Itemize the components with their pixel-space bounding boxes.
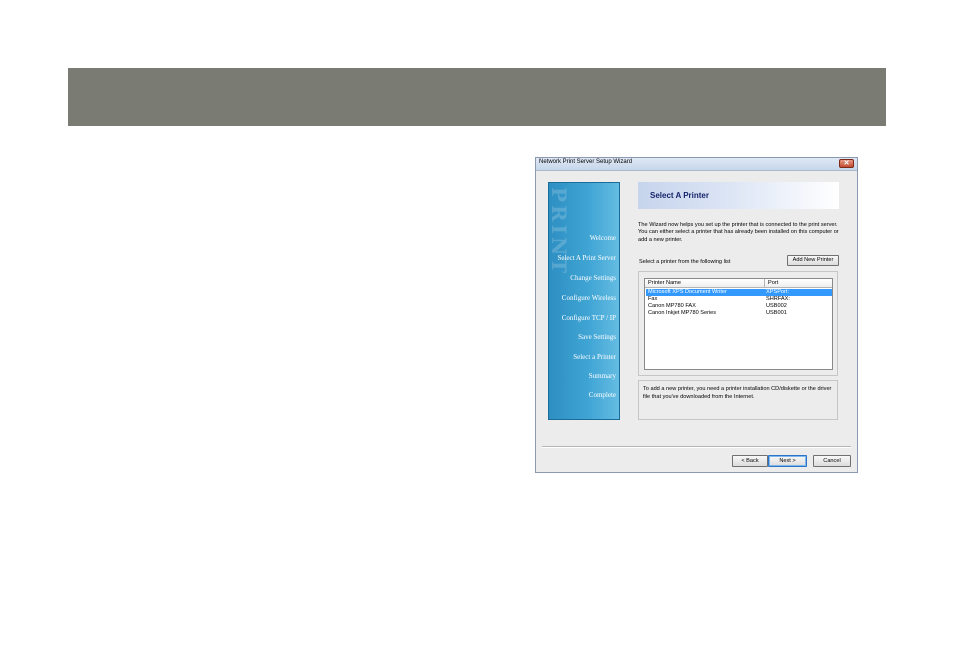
printer-row[interactable]: Fax SHRFAX:	[646, 296, 832, 303]
button-separator	[542, 446, 851, 448]
printer-port-cell: XPSPort:	[766, 289, 790, 295]
printer-row[interactable]: Microsoft XPS Document Writer XPSPort:	[646, 289, 832, 296]
wizard-steps-sidebar: PRINT Welcome Select A Print Server Chan…	[548, 182, 620, 420]
info-note-box: To add a new printer, you need a printer…	[638, 380, 838, 420]
printer-name-cell: Fax	[648, 296, 658, 302]
close-icon[interactable]: ✕	[839, 159, 854, 168]
step-configure-tcp-ip: Configure TCP / IP	[561, 314, 616, 322]
printer-row[interactable]: Canon Inkjet MP780 Series USB001	[646, 310, 832, 317]
step-configure-wireless: Configure Wireless	[561, 294, 616, 302]
info-note-text: To add a new printer, you need a printer…	[643, 386, 832, 400]
step-select-a-printer: Select a Printer	[573, 353, 616, 361]
window-title: Network Print Server Setup Wizard	[539, 159, 633, 165]
step-welcome: Welcome	[589, 234, 616, 242]
print-watermark: PRINT	[548, 187, 571, 277]
back-button[interactable]: < Back	[732, 455, 768, 467]
column-header-printer-name[interactable]: Printer Name	[645, 279, 765, 288]
cancel-button[interactable]: Cancel	[813, 455, 851, 467]
printer-name-cell: Canon MP780 FAX	[648, 303, 696, 309]
step-summary: Summary	[588, 372, 616, 380]
printer-list-group: Printer Name Port Microsoft XPS Document…	[638, 271, 838, 376]
printer-port-cell: USB001	[766, 310, 787, 316]
page-header: Select A Printer	[638, 182, 839, 209]
step-change-settings: Change Settings	[570, 274, 616, 282]
printer-row[interactable]: Canon MP780 FAX USB002	[646, 303, 832, 310]
add-new-printer-button[interactable]: Add New Printer	[787, 255, 839, 266]
setup-wizard-window: Network Print Server Setup Wizard ✕ PRIN…	[535, 157, 858, 473]
page-header-banner	[68, 68, 886, 126]
step-complete: Complete	[588, 391, 616, 399]
intro-text: The Wizard now helps you set up the prin…	[638, 222, 839, 243]
page-title: Select A Printer	[650, 191, 709, 200]
printer-port-cell: SHRFAX:	[766, 296, 790, 302]
printer-name-cell: Microsoft XPS Document Writer	[648, 289, 727, 295]
step-select-print-server: Select A Print Server	[557, 254, 616, 262]
printer-list[interactable]: Printer Name Port Microsoft XPS Document…	[644, 278, 833, 370]
step-save-settings: Save Settings	[578, 333, 616, 341]
printer-port-cell: USB002	[766, 303, 787, 309]
next-button[interactable]: Next >	[768, 455, 807, 467]
column-header-port[interactable]: Port	[765, 279, 832, 288]
printer-name-cell: Canon Inkjet MP780 Series	[648, 310, 717, 316]
title-bar[interactable]: Network Print Server Setup Wizard ✕	[536, 158, 857, 171]
list-prompt-label: Select a printer from the following list	[639, 259, 731, 265]
